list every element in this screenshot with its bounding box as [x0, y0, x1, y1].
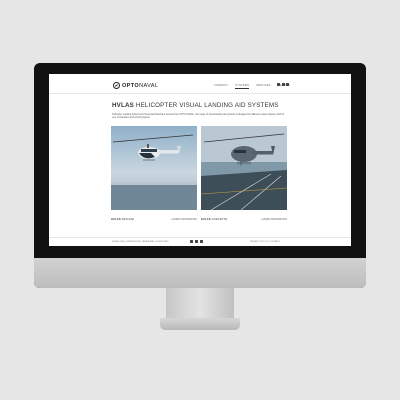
intro-text: Helicopter Landing Systems for Naval and…	[112, 114, 285, 120]
monitor-stand	[166, 288, 234, 322]
twitter-icon[interactable]	[195, 240, 198, 243]
logo-text: OPTONAVAL	[122, 82, 159, 89]
facebook-icon[interactable]	[277, 83, 280, 86]
product-card-corvette[interactable]: HVLAS CORVETTE + MORE INFORMATION	[200, 126, 288, 221]
linkedin-icon[interactable]	[200, 240, 203, 243]
nav-company[interactable]: COMPANY	[214, 84, 228, 87]
more-info-link[interactable]: + MORE INFORMATION	[261, 218, 287, 221]
monitor-stand-base	[160, 318, 240, 330]
site-header: OPTONAVAL COMPANY SYSTEMS SERVICES SEARC…	[49, 74, 351, 94]
facebook-icon[interactable]	[190, 240, 193, 243]
nav-systems[interactable]: SYSTEMS	[235, 84, 249, 89]
card-title[interactable]: HVLAS CORVETTE	[201, 218, 227, 221]
social-links	[277, 83, 289, 86]
logo-icon	[113, 82, 120, 89]
footer-links[interactable]: HOME | FAQ | IMPRESSUM | TERMS AND CONDI…	[112, 241, 169, 243]
monitor-chin	[34, 258, 366, 288]
site-footer: HOME | FAQ | IMPRESSUM | TERMS AND CONDI…	[49, 237, 351, 246]
more-info-link[interactable]: + MORE INFORMATION	[171, 218, 197, 221]
helicopter-photo-corvette[interactable]	[200, 126, 288, 211]
card-title[interactable]: HVLAS FRIGATE	[111, 218, 134, 221]
page-title: HVLAS HELICOPTER VISUAL LANDING AID SYST…	[112, 102, 279, 109]
website-screen: OPTONAVAL COMPANY SYSTEMS SERVICES SEARC…	[49, 74, 351, 246]
site-logo[interactable]: OPTONAVAL	[113, 82, 158, 89]
helicopter-photo-frigate[interactable]	[111, 126, 197, 210]
nav-services[interactable]: SERVICES	[256, 84, 271, 87]
twitter-icon[interactable]	[281, 83, 285, 86]
linkedin-icon[interactable]	[286, 83, 289, 86]
footer-legal-links[interactable]: PRIVACY POLICY | CONTACT	[250, 241, 280, 243]
product-card-frigate[interactable]: HVLAS FRIGATE + MORE INFORMATION	[111, 126, 197, 221]
footer-social	[190, 240, 203, 243]
